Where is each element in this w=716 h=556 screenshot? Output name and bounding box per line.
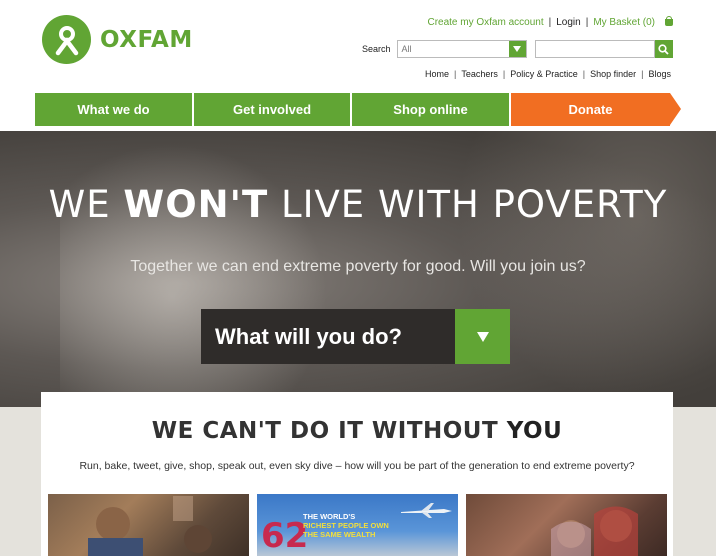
nav-donate[interactable]: Donate: [511, 93, 681, 126]
create-account-link[interactable]: Create my Oxfam account: [427, 17, 543, 28]
search-input[interactable]: [534, 40, 655, 58]
hero-title-bold: WON'T: [123, 183, 269, 226]
separator: |: [454, 69, 457, 79]
separator: |: [582, 69, 586, 79]
panel-subtitle: Run, bake, tweet, give, shop, speak out,…: [79, 460, 635, 472]
basket-icon[interactable]: [665, 16, 673, 26]
story-thumbnail-women[interactable]: [466, 494, 667, 556]
utility-nav: Home | Teachers | Policy & Practice | Sh…: [425, 69, 671, 79]
wealth-number: 62: [261, 516, 309, 556]
plane-icon: [401, 503, 452, 518]
nav-shop-online[interactable]: Shop online: [352, 93, 509, 126]
wealth-line-2: RICHEST PEOPLE OWN: [303, 521, 389, 530]
nav-link-teachers[interactable]: Teachers: [461, 69, 498, 79]
chevron-down-icon[interactable]: [455, 309, 510, 364]
wealth-headline: THE WORLD'S RICHEST PEOPLE OWN THE SAME …: [303, 512, 389, 539]
cta-label[interactable]: What will you do?: [201, 309, 455, 364]
search-label: Search: [362, 44, 391, 54]
hero-title-post: LIVE WITH POVERTY: [268, 183, 668, 226]
search-bar: Search All: [362, 40, 673, 58]
panel-title-bold: YOU: [506, 418, 563, 444]
nav-link-home[interactable]: Home: [425, 69, 449, 79]
nav-get-involved[interactable]: Get involved: [194, 93, 350, 126]
login-link[interactable]: Login: [556, 17, 580, 28]
hero-subtitle: Together we can end extreme poverty for …: [130, 258, 586, 275]
nav-link-blogs[interactable]: Blogs: [648, 69, 671, 79]
wealth-line-3: THE SAME WEALTH: [303, 530, 376, 539]
nav-what-we-do[interactable]: What we do: [35, 93, 192, 126]
hero-banner: WE WON'T LIVE WITH POVERTY Together we c…: [0, 131, 716, 407]
hero-title-pre: WE: [48, 183, 124, 226]
account-links: Create my Oxfam account | Login | My Bas…: [427, 16, 673, 28]
story-thumbnails: 62 THE WORLD'S RICHEST PEOPLE OWN THE SA…: [48, 494, 667, 556]
basket-link[interactable]: My Basket (0): [593, 17, 655, 28]
separator: |: [548, 17, 552, 28]
nav-link-shop-finder[interactable]: Shop finder: [590, 69, 636, 79]
story-thumbnail-children[interactable]: [48, 494, 249, 556]
separator: |: [585, 17, 589, 28]
oxfam-logo-icon: [42, 15, 91, 64]
separator: |: [641, 69, 644, 79]
hero-title: WE WON'T LIVE WITH POVERTY: [0, 183, 716, 226]
search-icon[interactable]: [654, 40, 673, 58]
oxfam-logo[interactable]: OXFAM: [42, 15, 193, 64]
panel-title-pre: WE CAN'T DO IT WITHOUT: [151, 418, 507, 444]
get-involved-panel: WE CAN'T DO IT WITHOUT YOU Run, bake, tw…: [41, 392, 673, 556]
wealth-line-1: THE WORLD'S: [303, 512, 356, 521]
search-category-select[interactable]: All: [396, 40, 527, 58]
separator: |: [502, 69, 506, 79]
what-will-you-do-dropdown[interactable]: What will you do?: [201, 309, 510, 364]
site-header: OXFAM Create my Oxfam account | Login | …: [0, 0, 716, 131]
chevron-down-icon[interactable]: [508, 41, 526, 57]
panel-title: WE CAN'T DO IT WITHOUT YOU: [41, 418, 673, 444]
logo-wordmark: OXFAM: [100, 26, 193, 53]
story-thumbnail-wealth[interactable]: 62 THE WORLD'S RICHEST PEOPLE OWN THE SA…: [257, 494, 458, 556]
main-nav: What we do Get involved Shop online Dona…: [35, 93, 681, 126]
nav-link-policy[interactable]: Policy & Practice: [510, 69, 578, 79]
search-category-value: All: [401, 44, 412, 54]
